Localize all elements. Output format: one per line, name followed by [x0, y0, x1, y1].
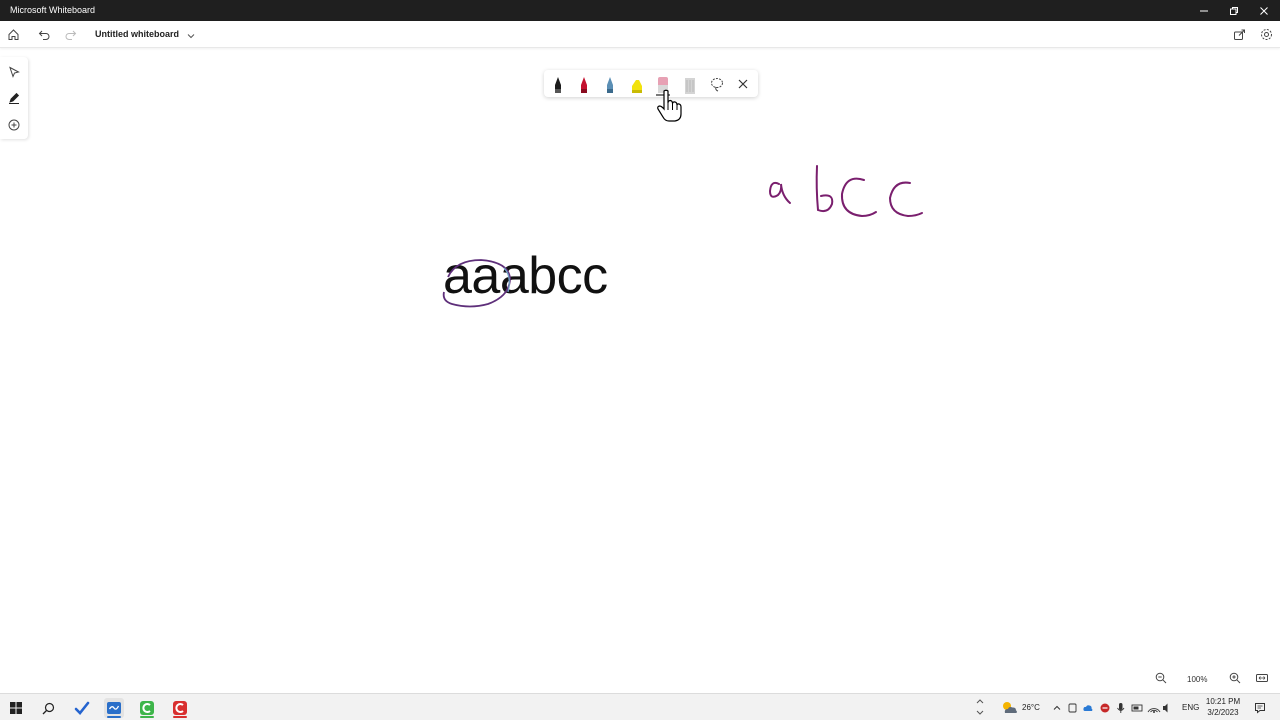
left-tool-rail — [0, 57, 28, 139]
close-window-button[interactable] — [1248, 0, 1280, 21]
blue-pen-tool[interactable] — [601, 72, 619, 96]
ink-circle-stroke[interactable] — [436, 254, 526, 314]
partly-cloudy-icon — [1003, 701, 1017, 713]
minimize-icon — [1200, 10, 1208, 11]
inking-tool-button[interactable] — [6, 90, 22, 106]
close-icon — [738, 79, 748, 89]
app-toolbar: Untitled whiteboard — [0, 21, 1280, 48]
black-pen-tool[interactable] — [549, 72, 567, 96]
zoom-level[interactable]: 100% — [1187, 675, 1207, 693]
ink-toolbar — [544, 70, 758, 97]
windows-taskbar: 26°C ENG 10:21 PM 3/2/2023 — [0, 693, 1280, 720]
window-titlebar: Microsoft Whiteboard — [0, 0, 1280, 21]
undo-icon — [38, 30, 50, 40]
notifications-button[interactable] — [1250, 698, 1270, 718]
notification-icon — [1255, 703, 1265, 714]
title-dropdown-button[interactable] — [186, 28, 196, 46]
home-button[interactable] — [6, 27, 21, 42]
share-icon — [1234, 29, 1245, 40]
fit-to-screen-button[interactable] — [1255, 671, 1269, 689]
camtasia-green-icon — [140, 701, 154, 715]
select-tool-button[interactable] — [6, 64, 22, 80]
undo-button[interactable] — [37, 27, 52, 42]
close-icon — [1260, 6, 1268, 15]
lasso-select-tool[interactable] — [708, 72, 726, 96]
gear-icon — [1261, 29, 1272, 40]
whiteboard-app-icon — [107, 702, 121, 714]
todo-app-button[interactable] — [72, 698, 92, 718]
search-button[interactable] — [38, 698, 58, 718]
redo-button[interactable] — [63, 27, 78, 42]
pen-icon — [9, 92, 20, 104]
minimize-button[interactable] — [1188, 0, 1220, 21]
zoom-out-icon — [1155, 672, 1167, 684]
pen-icon — [607, 77, 613, 93]
lasso-icon — [711, 78, 723, 92]
window-title: Microsoft Whiteboard — [10, 5, 96, 15]
plus-circle-icon — [8, 119, 20, 131]
restore-button[interactable] — [1218, 0, 1250, 21]
pen-icon — [581, 77, 587, 93]
windows-logo-icon — [10, 702, 22, 714]
fit-screen-icon — [1256, 674, 1268, 682]
camtasia-green-app-button[interactable] — [137, 698, 157, 718]
whiteboard-app-button[interactable] — [104, 698, 124, 718]
chevron-down-icon — [187, 34, 195, 39]
clock-time: 10:21 PM — [1205, 697, 1241, 706]
yellow-highlighter-tool[interactable] — [628, 72, 646, 96]
share-button[interactable] — [1232, 27, 1247, 42]
app-running-indicator — [173, 716, 187, 718]
camtasia-red-app-button[interactable] — [170, 698, 190, 718]
red-pen-tool[interactable] — [575, 72, 593, 96]
handwritten-ink-text[interactable] — [760, 158, 930, 226]
redo-icon — [65, 30, 77, 40]
zoom-in-button[interactable] — [1228, 671, 1242, 689]
home-icon — [8, 29, 19, 40]
zoom-in-icon — [1229, 672, 1241, 684]
pointer-icon — [9, 66, 20, 78]
whiteboard-title[interactable]: Untitled whiteboard — [95, 29, 179, 39]
zoom-out-button[interactable] — [1154, 671, 1168, 689]
checkmark-app-icon — [74, 701, 90, 715]
add-content-button[interactable] — [6, 117, 22, 133]
weather-widget[interactable]: 26°C — [1000, 694, 1040, 721]
settings-button[interactable] — [1259, 27, 1274, 42]
chevron-up-icon — [1053, 705, 1061, 710]
start-button[interactable] — [6, 698, 26, 718]
taskbar-scroll-arrows-icon[interactable] — [975, 696, 985, 718]
restore-icon — [1230, 6, 1238, 15]
camtasia-red-icon — [173, 701, 187, 715]
system-clock[interactable]: 10:21 PM 3/2/2023 — [1200, 696, 1246, 718]
system-tray-icons — [1068, 702, 1168, 713]
active-app-indicator — [107, 716, 121, 718]
language-indicator[interactable]: ENG — [1182, 694, 1199, 721]
weather-temperature: 26°C — [1022, 703, 1040, 712]
app-running-indicator — [140, 716, 154, 718]
clock-date: 3/2/2023 — [1207, 708, 1239, 717]
hand-cursor-icon — [657, 89, 682, 122]
highlighter-icon — [632, 80, 642, 93]
tray-icons[interactable] — [1068, 694, 1168, 721]
show-hidden-icons-button[interactable] — [1052, 694, 1062, 721]
close-ink-toolbar-button[interactable] — [734, 72, 752, 96]
search-icon — [42, 702, 54, 714]
pen-icon — [555, 77, 561, 93]
